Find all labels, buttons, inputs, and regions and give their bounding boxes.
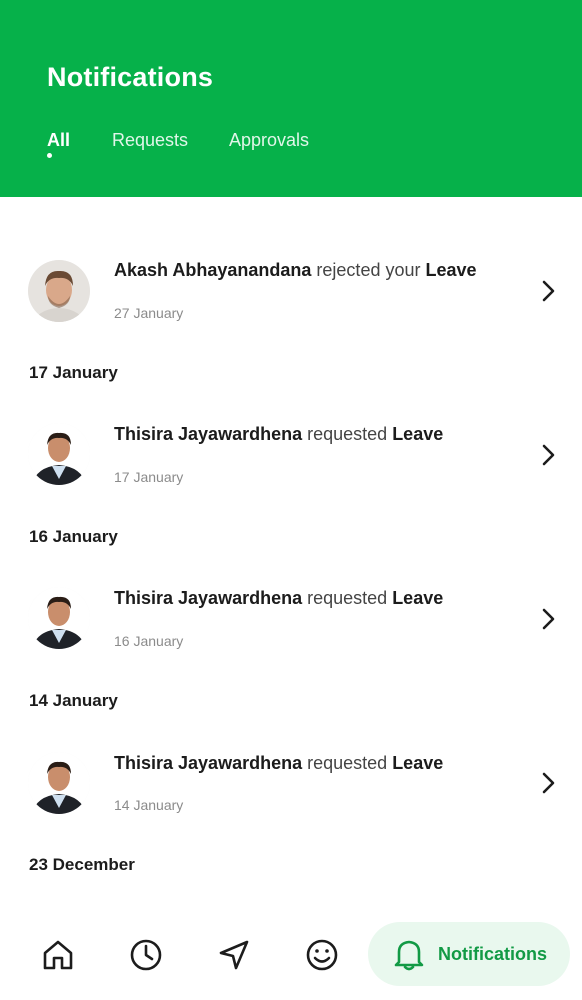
- bottom-navigation: Notifications: [0, 915, 582, 1000]
- app-header: Notifications All Requests Approvals: [0, 0, 582, 197]
- nav-notifications-label: Notifications: [438, 944, 548, 964]
- thisira-avatar: [28, 752, 90, 814]
- actor-name: Thisira Jayawardhena: [114, 753, 303, 773]
- chevron-right-icon[interactable]: [537, 770, 559, 796]
- date-section-header: 23 December: [29, 855, 135, 874]
- notification-text: Thisira Jayawardhena requested Leave: [114, 588, 443, 609]
- notification-text: Thisira Jayawardhena requested Leave: [114, 424, 443, 445]
- actor-name: Thisira Jayawardhena: [114, 588, 303, 608]
- active-tab-indicator: [47, 153, 52, 158]
- chevron-right-icon[interactable]: [537, 278, 559, 304]
- chevron-right-icon[interactable]: [537, 606, 559, 632]
- date-section-header: 17 January: [29, 363, 118, 382]
- notification-item[interactable]: Thisira Jayawardhena requested Leave 17 …: [0, 399, 582, 509]
- notification-item[interactable]: Thisira Jayawardhena requested Leave 14 …: [0, 728, 582, 838]
- notification-item[interactable]: Akash Abhayanandana rejected your Leave …: [0, 235, 582, 345]
- action-text: requested: [307, 753, 388, 773]
- notification-tabs: All Requests Approvals: [0, 130, 582, 170]
- clock-icon[interactable]: [128, 937, 164, 973]
- tab-all[interactable]: All: [47, 130, 70, 151]
- action-text: rejected your: [316, 260, 421, 280]
- notification-date: 17 January: [114, 469, 184, 485]
- notification-date: 14 January: [114, 797, 184, 813]
- notification-text: Thisira Jayawardhena requested Leave: [114, 753, 443, 774]
- action-text: requested: [307, 424, 388, 444]
- date-section-header: 16 January: [29, 527, 118, 546]
- date-section-header: 14 January: [29, 691, 118, 710]
- nav-notifications-button[interactable]: Notifications: [368, 922, 570, 986]
- notification-date: 16 January: [114, 633, 184, 649]
- chevron-right-icon[interactable]: [537, 442, 559, 468]
- action-text: requested: [307, 588, 388, 608]
- actor-name: Akash Abhayanandana: [114, 260, 312, 280]
- navigation-icon[interactable]: [216, 937, 252, 973]
- thisira-avatar: [28, 587, 90, 649]
- subject-text: Leave: [392, 588, 444, 608]
- smiley-icon[interactable]: [304, 937, 340, 973]
- notification-item[interactable]: Thisira Jayawardhena requested Leave 16 …: [0, 563, 582, 673]
- notification-text: Akash Abhayanandana rejected your Leave: [114, 260, 477, 281]
- bell-icon: [394, 940, 424, 971]
- thisira-avatar: [28, 423, 90, 485]
- subject-text: Leave: [425, 260, 477, 280]
- subject-text: Leave: [392, 753, 444, 773]
- tab-approvals[interactable]: Approvals: [229, 130, 309, 151]
- subject-text: Leave: [392, 424, 444, 444]
- notification-date: 27 January: [114, 305, 184, 321]
- page-title: Notifications: [47, 62, 214, 92]
- tab-requests[interactable]: Requests: [112, 130, 188, 151]
- akash-avatar: [28, 260, 90, 322]
- actor-name: Thisira Jayawardhena: [114, 424, 303, 444]
- home-icon[interactable]: [40, 937, 76, 973]
